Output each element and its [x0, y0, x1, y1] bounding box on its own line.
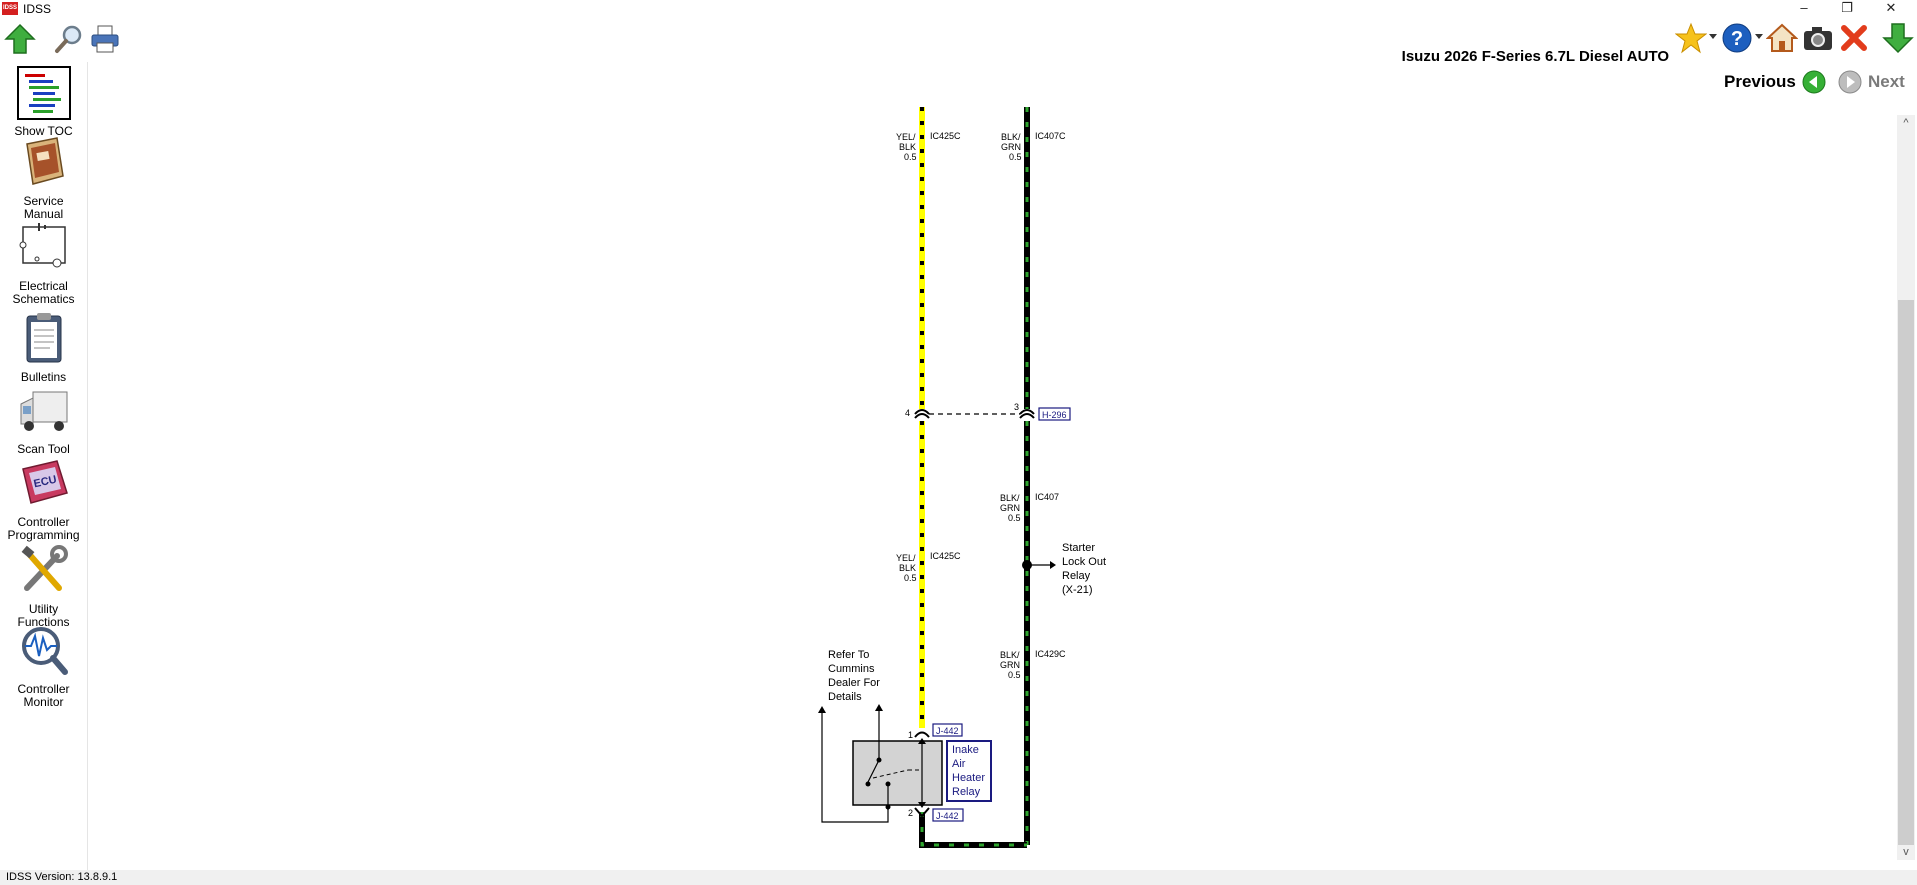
reference-label[interactable]: Relay	[1062, 570, 1091, 582]
status-bar: IDSS Version: 13.8.9.1	[0, 870, 1917, 885]
pin-label: 1	[908, 730, 913, 740]
reference-label: Dealer For	[828, 677, 880, 689]
reference-label[interactable]: Lock Out	[1062, 556, 1106, 568]
wire-color-label: GRN	[1000, 660, 1020, 670]
relay-housing[interactable]	[852, 740, 943, 806]
relay-contact	[885, 781, 891, 787]
arrow-up-icon	[818, 706, 826, 713]
reference-label: Refer To	[828, 649, 869, 661]
wire-size-label: 0.5	[904, 152, 917, 162]
circuit-label: IC425C	[930, 131, 961, 141]
connector-terminal	[914, 413, 930, 419]
reference-label[interactable]: Starter	[1062, 542, 1095, 554]
wire-color-label: YEL/	[896, 132, 916, 142]
circuit-label: IC407	[1035, 492, 1059, 502]
version-text: IDSS Version: 13.8.9.1	[6, 871, 118, 883]
wire-color-label: BLK/	[1000, 650, 1020, 660]
component-label: Air	[952, 758, 966, 770]
wire-color-label: BLK/	[1001, 132, 1021, 142]
pin-label: 3	[1014, 402, 1019, 412]
wire-size-label: 0.5	[904, 573, 917, 583]
circuit-label: IC407C	[1035, 131, 1066, 141]
wire-color-label: BLK/	[1000, 493, 1020, 503]
connector-tag-label: J-442	[936, 726, 959, 736]
wiring-schematic: 4 3 H-296 YEL/ BLK 0.5 IC425C BLK/ GRN 0…	[818, 107, 1106, 848]
circuit-label: IC425C	[930, 551, 961, 561]
vertical-scrollbar[interactable]: ^ v	[1897, 115, 1915, 860]
arrow-head-icon	[1050, 561, 1056, 569]
pin-label: 4	[905, 408, 910, 418]
scroll-down-icon[interactable]: v	[1897, 846, 1915, 858]
wire-color-label: GRN	[1000, 503, 1020, 513]
circuit-label: IC429C	[1035, 649, 1066, 659]
connector-tag-label: J-442	[936, 811, 959, 821]
wire-color-label: YEL/	[896, 553, 916, 563]
scrollbar-thumb[interactable]	[1898, 300, 1914, 845]
pin-label: 2	[908, 808, 913, 818]
component-label: Heater	[952, 772, 985, 784]
wire-size-label: 0.5	[1008, 670, 1021, 680]
relay-contact	[865, 781, 871, 787]
scroll-up-icon[interactable]: ^	[1897, 117, 1915, 129]
reference-label: Details	[828, 691, 862, 703]
component-label: Inake	[952, 744, 979, 756]
wire-color-label: BLK	[899, 563, 916, 573]
wire-color-label: GRN	[1001, 142, 1021, 152]
wire-color-label: BLK	[899, 142, 916, 152]
wire-size-label: 0.5	[1008, 513, 1021, 523]
arrow-up-icon	[875, 704, 883, 711]
component-label: Relay	[952, 786, 981, 798]
reference-label: Cummins	[828, 663, 875, 675]
connector-tag-label: H-296	[1042, 410, 1067, 420]
connector-terminal	[914, 731, 930, 738]
reference-label[interactable]: (X-21)	[1062, 584, 1093, 596]
connector-terminal	[1019, 413, 1035, 419]
wire-size-label: 0.5	[1009, 152, 1022, 162]
